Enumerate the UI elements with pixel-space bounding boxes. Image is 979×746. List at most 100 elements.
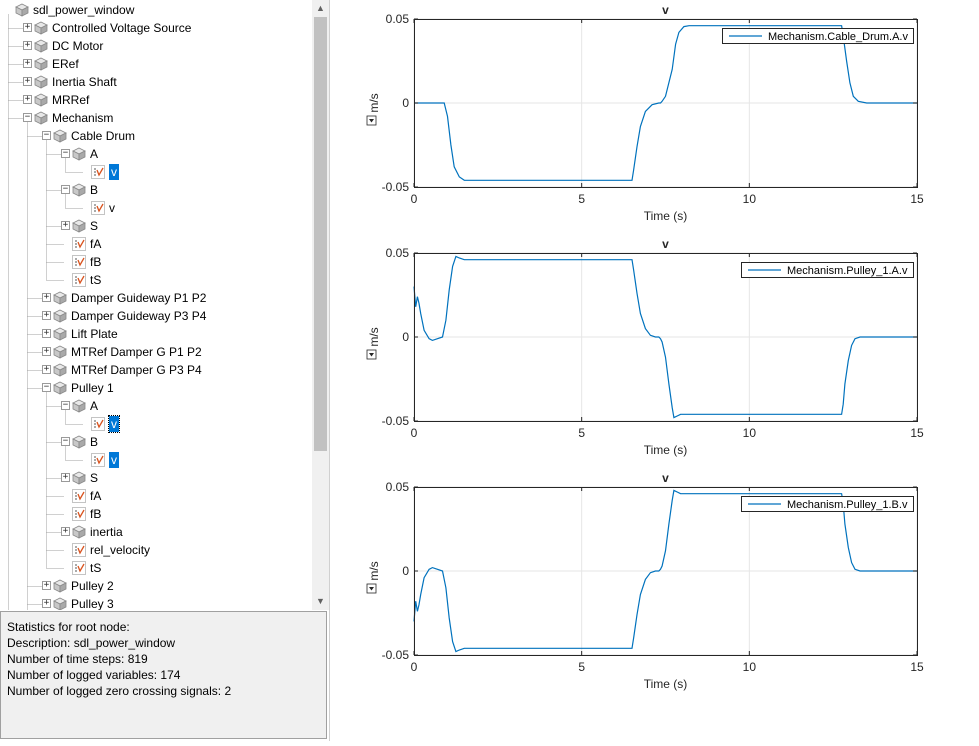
- legend: Mechanism.Pulley_1.B.v: [741, 496, 914, 512]
- collapse-icon[interactable]: −: [23, 113, 32, 122]
- signal-icon: [72, 273, 86, 287]
- tree-item-signal[interactable]: tS: [0, 271, 310, 289]
- expand-icon[interactable]: +: [42, 599, 51, 608]
- tree-item-node[interactable]: + Pulley 2: [0, 577, 310, 595]
- dropdown-arrow-icon[interactable]: [366, 115, 377, 126]
- y-axis-label: m/s: [367, 327, 381, 346]
- tree-item-node[interactable]: + S: [0, 217, 310, 235]
- tree-item-label: tS: [90, 561, 102, 575]
- tree-item-label: Damper Guideway P3 P4: [71, 309, 207, 323]
- tree-item-node[interactable]: − Cable Drum: [0, 127, 310, 145]
- dropdown-arrow-icon[interactable]: [366, 349, 377, 360]
- tree-item-node[interactable]: − Mechanism: [0, 109, 310, 127]
- expand-icon[interactable]: +: [42, 347, 51, 356]
- expand-icon[interactable]: +: [61, 221, 70, 230]
- tree-item-node[interactable]: sdl_power_window: [0, 1, 310, 19]
- collapse-icon[interactable]: −: [42, 383, 51, 392]
- expand-icon[interactable]: +: [23, 23, 32, 32]
- scroll-down-arrow-icon[interactable]: ▼: [312, 593, 329, 610]
- tree-item-node[interactable]: + inertia: [0, 523, 310, 541]
- tree-item-signal[interactable]: rel_velocity: [0, 541, 310, 559]
- tree-item-signal[interactable]: v: [0, 163, 310, 181]
- collapse-icon[interactable]: −: [61, 185, 70, 194]
- tree-item-label: S: [90, 471, 99, 485]
- y-tick-label: -0.05: [382, 180, 410, 194]
- tree-item-label: Lift Plate: [71, 327, 118, 341]
- legend: Mechanism.Pulley_1.A.v: [741, 262, 914, 278]
- cube-icon: [53, 309, 67, 323]
- tree-item-node[interactable]: + Inertia Shaft: [0, 73, 310, 91]
- tree-item-node[interactable]: + Damper Guideway P1 P2: [0, 289, 310, 307]
- tree-item-node[interactable]: − B: [0, 433, 310, 451]
- stats-description: Description: sdl_power_window: [7, 636, 176, 650]
- expand-icon[interactable]: +: [42, 329, 51, 338]
- tree-item-label: Pulley 3: [71, 597, 114, 610]
- expand-icon[interactable]: +: [42, 365, 51, 374]
- expand-icon[interactable]: +: [23, 77, 32, 86]
- signal-icon: [72, 507, 86, 521]
- collapse-icon[interactable]: −: [42, 131, 51, 140]
- expand-icon[interactable]: +: [42, 581, 51, 590]
- collapse-icon[interactable]: −: [61, 401, 70, 410]
- tree-scrollbar[interactable]: ▲ ▼: [312, 0, 329, 610]
- plot-3: Mechanism.Pulley_1.B.v: [413, 486, 918, 656]
- legend-entry: Mechanism.Pulley_1.B.v: [787, 499, 908, 511]
- expand-icon[interactable]: +: [23, 59, 32, 68]
- cube-icon: [53, 129, 67, 143]
- tree-item-label: rel_velocity: [90, 543, 151, 557]
- cube-icon: [53, 579, 67, 593]
- expand-icon[interactable]: +: [42, 293, 51, 302]
- tree-item-label: v: [108, 415, 120, 433]
- scroll-up-arrow-icon[interactable]: ▲: [312, 0, 329, 17]
- tree-item-signal[interactable]: v: [0, 415, 310, 433]
- scroll-thumb[interactable]: [314, 17, 327, 451]
- x-tick-label: 5: [578, 192, 585, 206]
- tree-item-node[interactable]: − A: [0, 397, 310, 415]
- tree-item-signal[interactable]: tS: [0, 559, 310, 577]
- tree-item-signal[interactable]: v: [0, 199, 310, 217]
- cube-icon: [34, 93, 48, 107]
- tree-item-node[interactable]: − A: [0, 145, 310, 163]
- tree-item-node[interactable]: + MRRef: [0, 91, 310, 109]
- tree-item-signal[interactable]: fA: [0, 235, 310, 253]
- stats-zero-crossings: Number of logged zero crossing signals: …: [7, 684, 232, 698]
- expand-icon[interactable]: +: [61, 473, 70, 482]
- y-tick-label: 0: [402, 564, 409, 578]
- tree-item-signal[interactable]: fB: [0, 505, 310, 523]
- expand-icon[interactable]: +: [23, 41, 32, 50]
- tree-item-label: B: [90, 435, 99, 449]
- x-tick-label: 10: [743, 426, 757, 440]
- collapse-icon[interactable]: −: [61, 437, 70, 446]
- expand-icon[interactable]: +: [42, 311, 51, 320]
- tree-item-signal[interactable]: fB: [0, 253, 310, 271]
- tree-item-node[interactable]: + ERef: [0, 55, 310, 73]
- tree-item-label: MTRef Damper G P1 P2: [71, 345, 202, 359]
- tree-item-node[interactable]: + Pulley 3: [0, 595, 310, 610]
- signal-icon: [91, 453, 105, 467]
- tree-item-label: DC Motor: [52, 39, 104, 53]
- tree-item-node[interactable]: + Damper Guideway P3 P4: [0, 307, 310, 325]
- x-tick-label: 5: [578, 426, 585, 440]
- tree-item-node[interactable]: − B: [0, 181, 310, 199]
- expand-icon[interactable]: +: [61, 527, 70, 536]
- cube-icon: [53, 291, 67, 305]
- tree-item-node[interactable]: + Controlled Voltage Source: [0, 19, 310, 37]
- tree-item-label: MTRef Damper G P3 P4: [71, 363, 202, 377]
- tree-item-node[interactable]: + MTRef Damper G P3 P4: [0, 361, 310, 379]
- cube-icon: [53, 327, 67, 341]
- tree-item-node[interactable]: + S: [0, 469, 310, 487]
- legend-entry: Mechanism.Pulley_1.A.v: [787, 265, 908, 277]
- tree-item-signal[interactable]: fA: [0, 487, 310, 505]
- expand-icon[interactable]: +: [23, 95, 32, 104]
- dropdown-arrow-icon[interactable]: [366, 583, 377, 594]
- cube-icon: [34, 57, 48, 71]
- tree-item-signal[interactable]: v: [0, 451, 310, 469]
- tree-item-node[interactable]: + Lift Plate: [0, 325, 310, 343]
- tree-item-node[interactable]: + DC Motor: [0, 37, 310, 55]
- y-axis-label: m/s: [367, 93, 381, 112]
- tree-item-node[interactable]: + MTRef Damper G P1 P2: [0, 343, 310, 361]
- tree-item-label: S: [90, 219, 99, 233]
- tree-item-node[interactable]: − Pulley 1: [0, 379, 310, 397]
- collapse-icon[interactable]: −: [61, 149, 70, 158]
- signal-tree[interactable]: sdl_power_window + Controlled Voltage Sour…: [0, 0, 330, 610]
